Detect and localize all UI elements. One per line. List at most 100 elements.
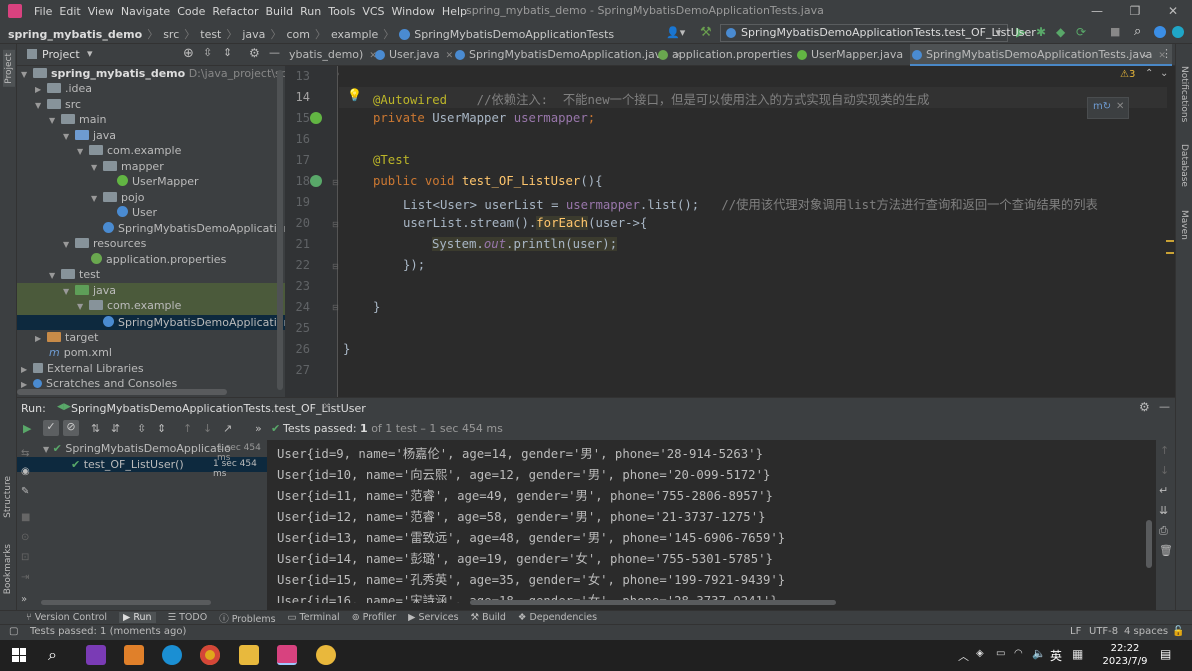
close-icon[interactable]: ✕ bbox=[1116, 101, 1124, 112]
menu-file[interactable]: File bbox=[34, 5, 59, 18]
fold-icon[interactable]: ⊟ bbox=[332, 178, 339, 187]
tree-item-com-example[interactable]: ▼ com.example bbox=[77, 143, 181, 158]
print-icon[interactable]: ⎙ bbox=[1159, 524, 1168, 538]
update-icon[interactable] bbox=[1154, 26, 1166, 38]
search-icon[interactable]: ⌕ bbox=[48, 645, 57, 665]
windows-start-icon[interactable] bbox=[12, 648, 26, 662]
tray-app-icon[interactable]: ◈ bbox=[976, 648, 984, 659]
horizontal-scrollbar[interactable] bbox=[41, 600, 211, 605]
clock[interactable]: 22:22 2023/7/9 bbox=[1100, 642, 1150, 668]
structure-tool-button[interactable]: Structure bbox=[3, 476, 13, 518]
tab-application-java[interactable]: SpringMybatisDemoApplication.java ✕ bbox=[453, 44, 682, 66]
chevron-down-icon[interactable]: ▾ bbox=[87, 47, 93, 60]
profiler-tab[interactable]: ⊚ Profiler bbox=[352, 612, 396, 623]
app-icon[interactable] bbox=[316, 645, 336, 665]
warning-stripe[interactable] bbox=[1166, 252, 1174, 254]
tree-item-test-com-example[interactable]: ▼ com.example bbox=[77, 298, 181, 313]
maven-reload-icon[interactable]: m↻ bbox=[1093, 101, 1111, 112]
menu-vcs[interactable]: VCS bbox=[362, 5, 391, 18]
hide-icon[interactable]: — bbox=[269, 46, 280, 59]
expand-all-icon[interactable]: ⇳ bbox=[203, 46, 212, 59]
run-tab-button[interactable]: ▶ Run bbox=[119, 612, 156, 623]
tree-item-test-java[interactable]: ▼ java bbox=[63, 283, 116, 298]
coverage-icon[interactable]: ◆ bbox=[1056, 25, 1065, 39]
status-message[interactable]: Tests passed: 1 (moments ago) bbox=[30, 626, 186, 637]
jetbrains-icon[interactable] bbox=[1172, 26, 1184, 38]
expand-all-icon[interactable]: ⇳ bbox=[137, 422, 146, 435]
tree-item-pojo[interactable]: ▼ pojo bbox=[91, 190, 145, 205]
problems-tab[interactable]: ⓘ Problems bbox=[219, 611, 275, 625]
tab-list-icon[interactable]: ⌄ bbox=[1141, 47, 1150, 60]
tree-item-application[interactable]: SpringMybatisDemoApplication bbox=[103, 221, 290, 236]
file-explorer-icon[interactable] bbox=[239, 645, 259, 665]
tree-item-idea[interactable]: ▶ .idea bbox=[35, 81, 92, 96]
volume-icon[interactable]: 🔈 bbox=[1032, 647, 1046, 660]
run-test-gutter-icon[interactable] bbox=[310, 175, 322, 187]
minimize-icon[interactable]: — bbox=[1078, 4, 1116, 18]
gear-icon[interactable]: ⚙ bbox=[1139, 400, 1150, 414]
search-icon[interactable]: ⌕ bbox=[1134, 24, 1141, 39]
tab-module[interactable]: ybatis_demo) ✕ bbox=[285, 44, 377, 66]
collapse-all-icon[interactable]: ⇕ bbox=[223, 46, 232, 59]
more-icon[interactable]: » bbox=[255, 422, 262, 435]
ime-indicator[interactable]: 英 bbox=[1050, 647, 1062, 664]
file-encoding[interactable]: UTF-8 bbox=[1089, 626, 1118, 637]
previous-failed-icon[interactable]: ↑ bbox=[183, 422, 192, 435]
todo-tab[interactable]: ☰ TODO bbox=[168, 612, 208, 623]
sublime-text-icon[interactable] bbox=[124, 645, 144, 665]
tree-item-src[interactable]: ▼ src bbox=[35, 97, 81, 112]
collapse-all-icon[interactable]: ⇕ bbox=[157, 422, 166, 435]
lock-icon[interactable]: 🔓 bbox=[1172, 626, 1184, 637]
gear-icon[interactable]: ⚙ bbox=[249, 46, 260, 60]
wifi-icon[interactable]: ◠ bbox=[1014, 648, 1023, 659]
tab-usermapper-java[interactable]: UserMapper.java✕ bbox=[795, 44, 917, 66]
chrome-icon[interactable] bbox=[200, 645, 220, 665]
pin-icon[interactable]: ⇆ bbox=[21, 448, 29, 459]
menu-code[interactable]: Code bbox=[177, 5, 212, 18]
tree-item-mapper[interactable]: ▼ mapper bbox=[91, 159, 164, 174]
maven-reload-popup[interactable]: m↻ ✕ bbox=[1087, 97, 1129, 119]
bookmarks-tool-button[interactable]: Bookmarks bbox=[3, 544, 13, 594]
tree-item-target[interactable]: ▶ target bbox=[35, 330, 98, 345]
edge-icon[interactable] bbox=[162, 645, 182, 665]
run-tab[interactable]: SpringMybatisDemoApplicationTests.test_O… bbox=[71, 402, 366, 415]
next-warning-icon[interactable]: ⌄ bbox=[1160, 68, 1168, 79]
battery-icon[interactable]: ▭ bbox=[996, 648, 1005, 659]
project-tool-button[interactable]: Project bbox=[3, 50, 15, 87]
tree-item-pom[interactable]: m pom.xml bbox=[49, 345, 112, 360]
breadcrumb-project[interactable]: spring_mybatis_demo bbox=[8, 28, 142, 41]
menu-run[interactable]: Run bbox=[300, 5, 328, 18]
restore-layout-icon[interactable]: ⊙ bbox=[21, 532, 29, 543]
breadcrumb-src[interactable]: src bbox=[163, 28, 179, 41]
onenote-icon[interactable] bbox=[86, 645, 106, 665]
version-control-tab[interactable]: ⑂ Version Control bbox=[26, 612, 107, 623]
down-icon[interactable]: ↓ bbox=[1160, 464, 1169, 477]
tree-item-usermapper[interactable]: UserMapper bbox=[117, 174, 199, 189]
close-icon[interactable]: ✕ bbox=[323, 402, 331, 412]
build-tab[interactable]: ⚒ Build bbox=[471, 612, 506, 623]
horizontal-scrollbar[interactable] bbox=[17, 389, 227, 395]
menu-build[interactable]: Build bbox=[266, 5, 301, 18]
menu-tools[interactable]: Tools bbox=[328, 5, 362, 18]
statistics-icon[interactable]: ↗ bbox=[223, 422, 232, 435]
run-configuration-select[interactable]: SpringMybatisDemoApplicationTests.test_O… bbox=[720, 24, 1036, 42]
terminal-tab[interactable]: ▭ Terminal bbox=[288, 612, 340, 623]
sort-alpha-icon[interactable]: ⇅ bbox=[91, 422, 100, 435]
console-horizontal-scrollbar[interactable] bbox=[470, 600, 836, 605]
menu-navigate[interactable]: Navigate bbox=[121, 5, 177, 18]
user-icon[interactable]: 👤▾ bbox=[666, 26, 685, 39]
fold-icon[interactable]: ⊟ bbox=[332, 262, 339, 271]
menu-refactor[interactable]: Refactor bbox=[212, 5, 265, 18]
input-keyboard-icon[interactable]: ▦ bbox=[1072, 647, 1083, 661]
dependencies-tab[interactable]: ❖ Dependencies bbox=[518, 612, 597, 623]
show-hidden-icons[interactable]: ︿ bbox=[958, 648, 969, 664]
build-hammer-icon[interactable]: ⚒ bbox=[700, 25, 712, 40]
menu-window[interactable]: Window bbox=[392, 5, 442, 18]
breadcrumb-test[interactable]: test bbox=[200, 28, 221, 41]
trash-icon[interactable]: 🗑 bbox=[1159, 544, 1173, 557]
profile-icon[interactable]: ⟳ bbox=[1076, 25, 1086, 39]
maven-tool-button[interactable]: Maven bbox=[1179, 210, 1189, 240]
tree-item-java[interactable]: ▼ java bbox=[63, 128, 116, 143]
lightbulb-icon[interactable]: 💡 bbox=[347, 88, 362, 102]
bean-gutter-icon[interactable] bbox=[310, 112, 322, 124]
